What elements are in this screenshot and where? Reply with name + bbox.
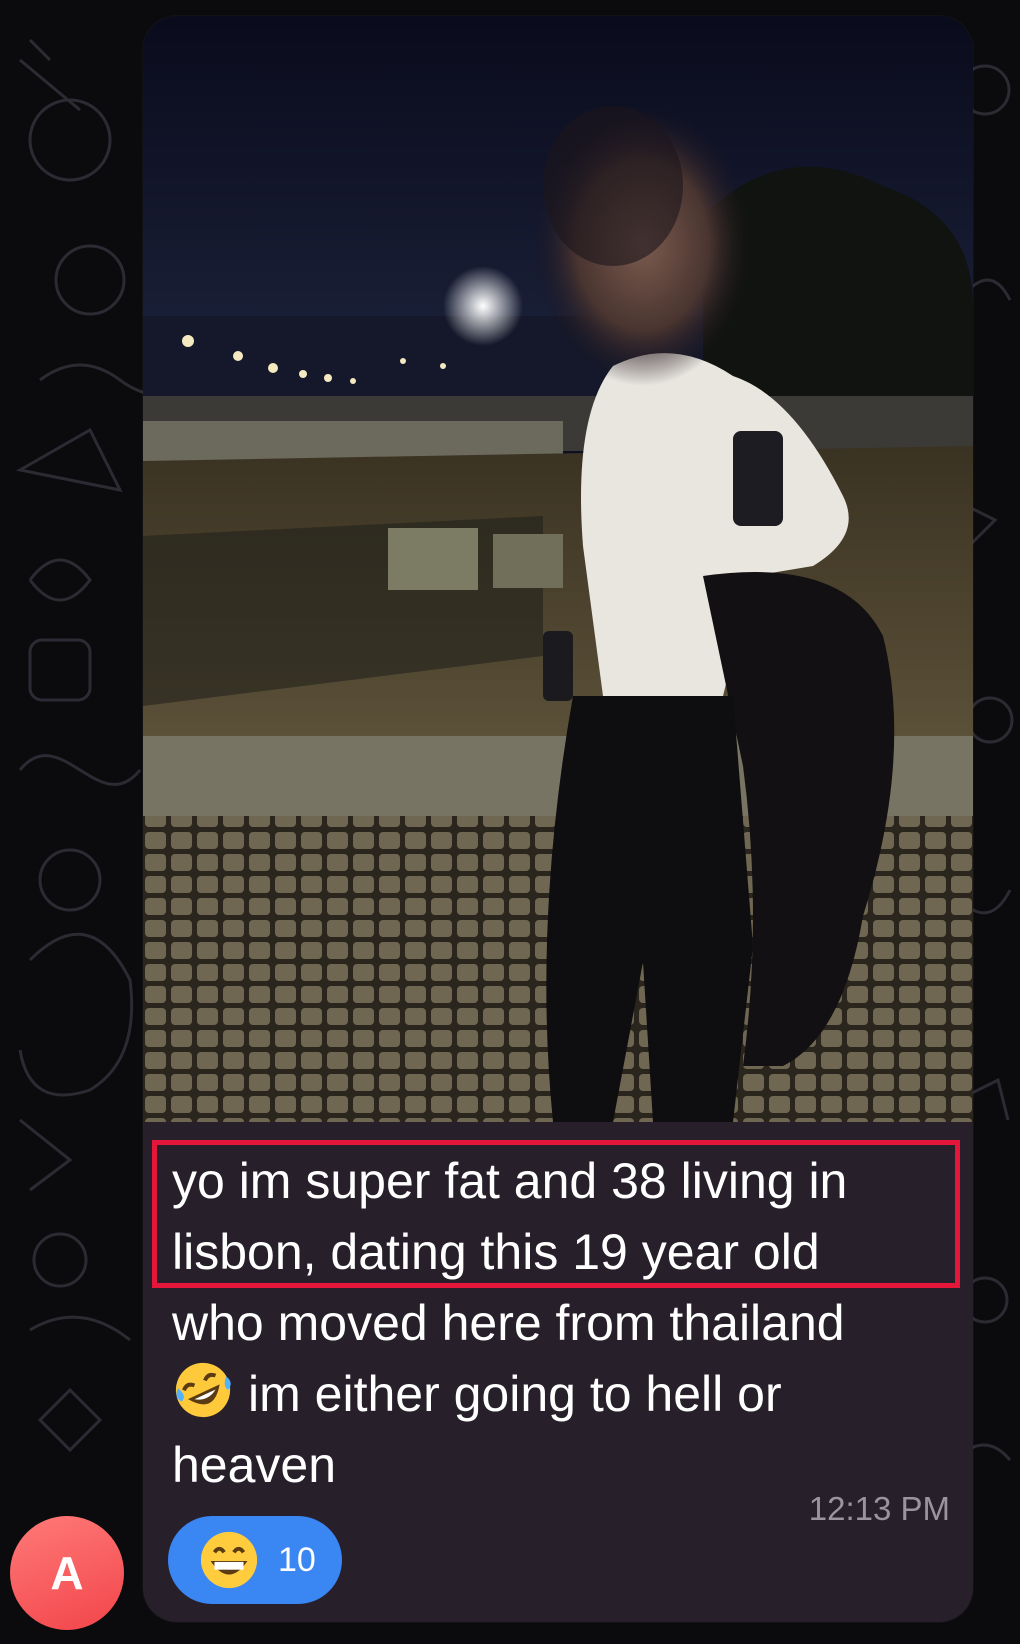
message-caption: yo im super fat and 38 living in lisbon,…: [172, 1146, 952, 1501]
reaction-pill[interactable]: 10: [168, 1516, 342, 1604]
avatar-initial: A: [50, 1547, 84, 1599]
message-photo[interactable]: [143, 16, 973, 1122]
grinning-face-emoji-icon: [200, 1531, 258, 1589]
sender-avatar[interactable]: A: [10, 1516, 124, 1630]
message-timestamp: 12:13 PM: [808, 1490, 950, 1527]
rolling-laughing-emoji-icon: [175, 1362, 231, 1418]
reaction-count: 10: [278, 1540, 316, 1579]
message-bubble[interactable]: yo im super fat and 38 living in lisbon,…: [143, 16, 973, 1622]
caption-line: yo im super fat and 38 living in: [172, 1153, 848, 1209]
caption-line: who moved here from thailand: [172, 1295, 845, 1351]
caption-line-with-emoji: im either going to hell or: [172, 1359, 952, 1430]
caption-line: im either going to hell or: [248, 1366, 782, 1422]
caption-line: lisbon, dating this 19 year old: [172, 1224, 820, 1280]
